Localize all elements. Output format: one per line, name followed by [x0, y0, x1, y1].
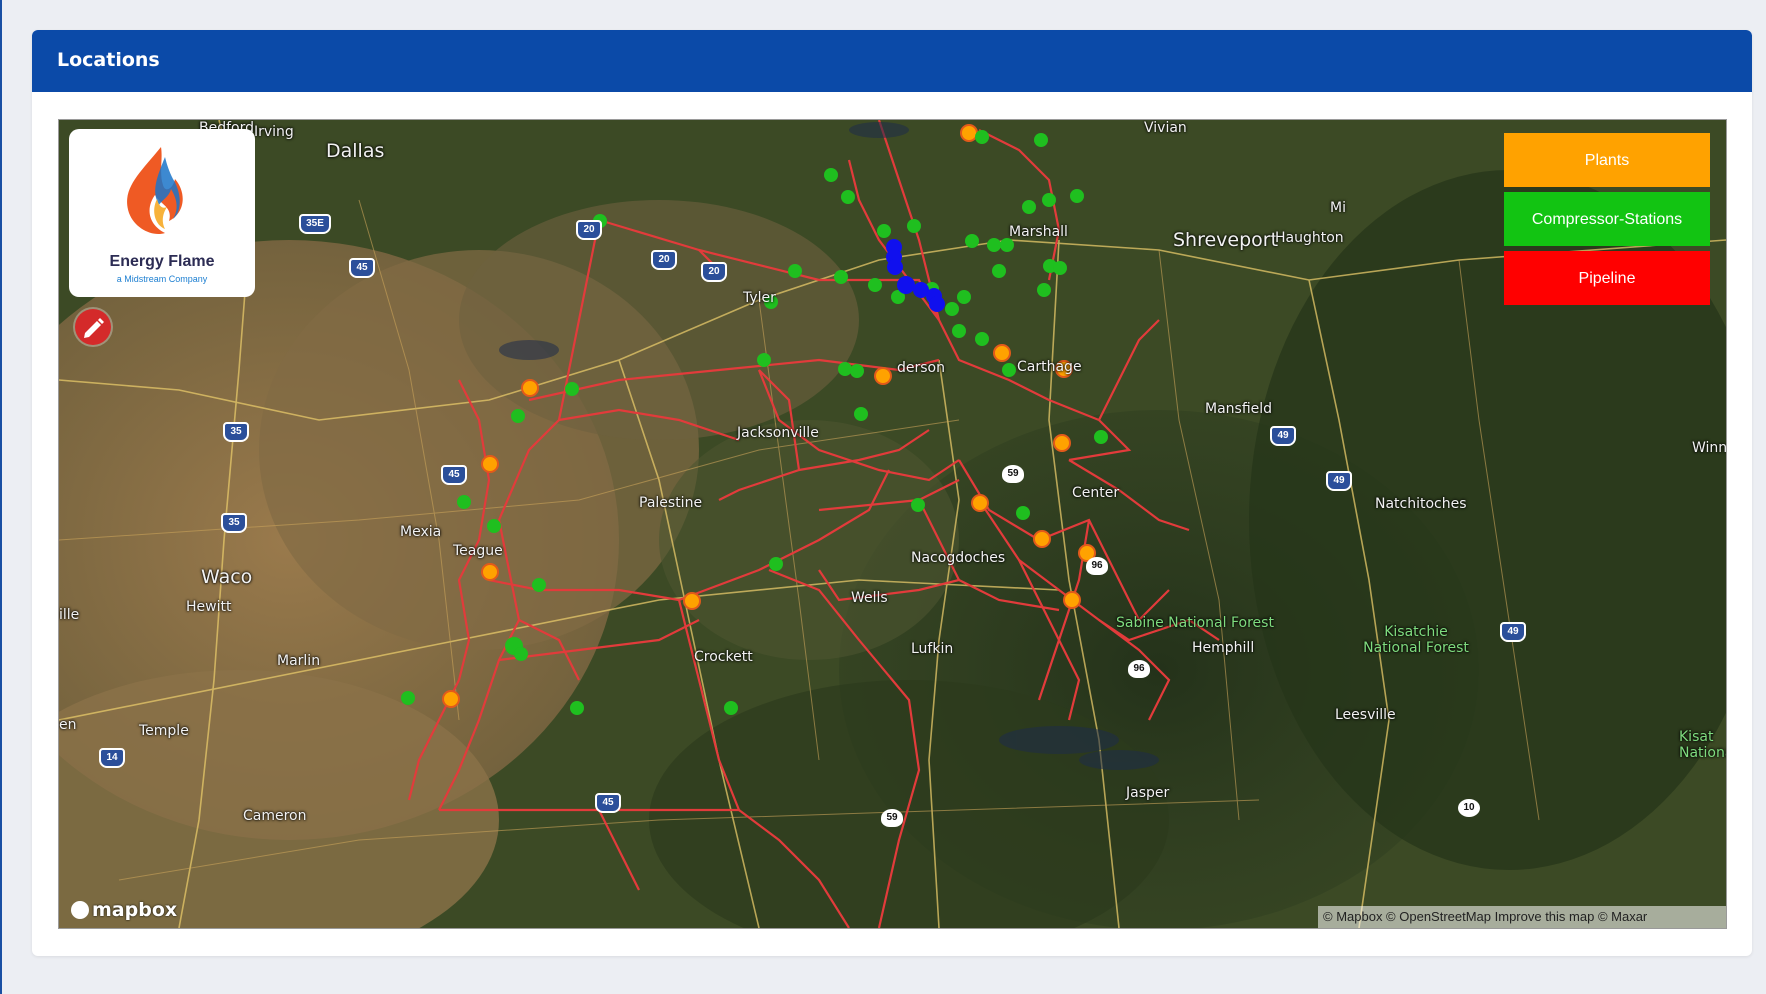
interstate-shield: 35: [223, 422, 249, 442]
mapbox-wordmark: mapbox: [92, 899, 178, 921]
logo-tagline: a Midstream Company: [116, 274, 208, 284]
place-label: Marlin: [277, 653, 321, 669]
place-label: Leesville: [1335, 707, 1396, 723]
interstate-shield: 49: [1270, 426, 1296, 446]
place-label: Hewitt: [186, 599, 232, 615]
interstate-shield: 20: [651, 250, 677, 270]
us-route-shield: 59: [881, 809, 903, 827]
place-label: ille: [59, 607, 80, 623]
interstate-shield: 35E: [299, 214, 331, 234]
us-route-shield: 59: [1002, 465, 1024, 483]
legend-compressor-stations-button[interactable]: Compressor-Stations: [1504, 192, 1710, 246]
place-label: Jasper: [1126, 785, 1170, 801]
forest-label: Kisat National: [1679, 729, 1726, 761]
place-label: Teague: [453, 543, 503, 559]
card-header: Locations: [32, 30, 1752, 92]
place-label: Center: [1072, 485, 1120, 501]
place-label: Dallas: [326, 140, 385, 162]
interstate-shield: 14: [99, 748, 125, 768]
place-label: Lufkin: [911, 641, 954, 657]
place-label: Carthage: [1017, 359, 1082, 375]
place-label: Marshall: [1009, 224, 1068, 240]
interstate-shield: 45: [441, 465, 467, 485]
place-label: Cameron: [243, 808, 307, 824]
place-label: Winn: [1692, 440, 1727, 456]
place-label: Shreveport: [1173, 229, 1279, 251]
place-label: Temple: [139, 723, 189, 739]
draw-tool-button[interactable]: [75, 309, 111, 345]
map-view[interactable]: Irving Dallas Bedford gton eld Marshall …: [58, 119, 1727, 929]
place-label: Waco: [201, 566, 253, 588]
flame-icon: [127, 147, 183, 235]
place-label: Wells: [851, 590, 888, 606]
page-title: Locations: [57, 49, 160, 71]
place-label: Mexia: [400, 524, 442, 540]
place-label: Irving: [254, 124, 294, 140]
place-label: Palestine: [639, 495, 703, 511]
interstate-shield: 49: [1500, 622, 1526, 642]
mapbox-icon: [71, 901, 89, 919]
company-logo: Energy Flame a Midstream Company: [69, 129, 255, 297]
interstate-shield: 45: [595, 793, 621, 813]
place-label: Tyler: [743, 290, 776, 306]
place-label: Hemphill: [1192, 640, 1255, 656]
locations-card: Locations Irving Dallas Bedford Marshall…: [32, 30, 1752, 956]
left-accent: [0, 0, 2, 994]
place-label: derson: [897, 360, 945, 376]
mapbox-logo[interactable]: mapbox: [71, 899, 177, 921]
legend-pipeline-button[interactable]: Pipeline: [1504, 251, 1710, 305]
place-label: Nacogdoches: [911, 550, 1006, 566]
interstate-shield: 20: [576, 220, 602, 240]
place-label: en: [59, 717, 77, 733]
place-label: Vivian: [1144, 120, 1187, 136]
interstate-shield: 35: [221, 513, 247, 533]
forest-label: Kisatchie National Forest: [1363, 624, 1469, 656]
place-label: Jacksonville: [737, 425, 819, 441]
state-route-shield: 10: [1458, 799, 1480, 817]
interstate-shield: 20: [701, 262, 727, 282]
logo-name: Energy Flame: [109, 253, 215, 270]
us-route-shield: 96: [1086, 557, 1108, 575]
place-label: Mansfield: [1205, 401, 1273, 417]
map-attribution[interactable]: © Mapbox © OpenStreetMap Improve this ma…: [1318, 906, 1726, 928]
legend-plants-button[interactable]: Plants: [1504, 133, 1710, 187]
forest-label: Sabine National Forest: [1116, 615, 1274, 631]
us-route-shield: 96: [1128, 660, 1150, 678]
interstate-shield: 45: [349, 258, 375, 278]
place-label: Mi: [1330, 200, 1346, 216]
interstate-shield: 49: [1326, 471, 1352, 491]
place-label: Natchitoches: [1375, 496, 1467, 512]
place-label: Crockett: [694, 649, 753, 665]
draw-icon: [84, 318, 104, 338]
place-label: Haughton: [1275, 230, 1344, 246]
